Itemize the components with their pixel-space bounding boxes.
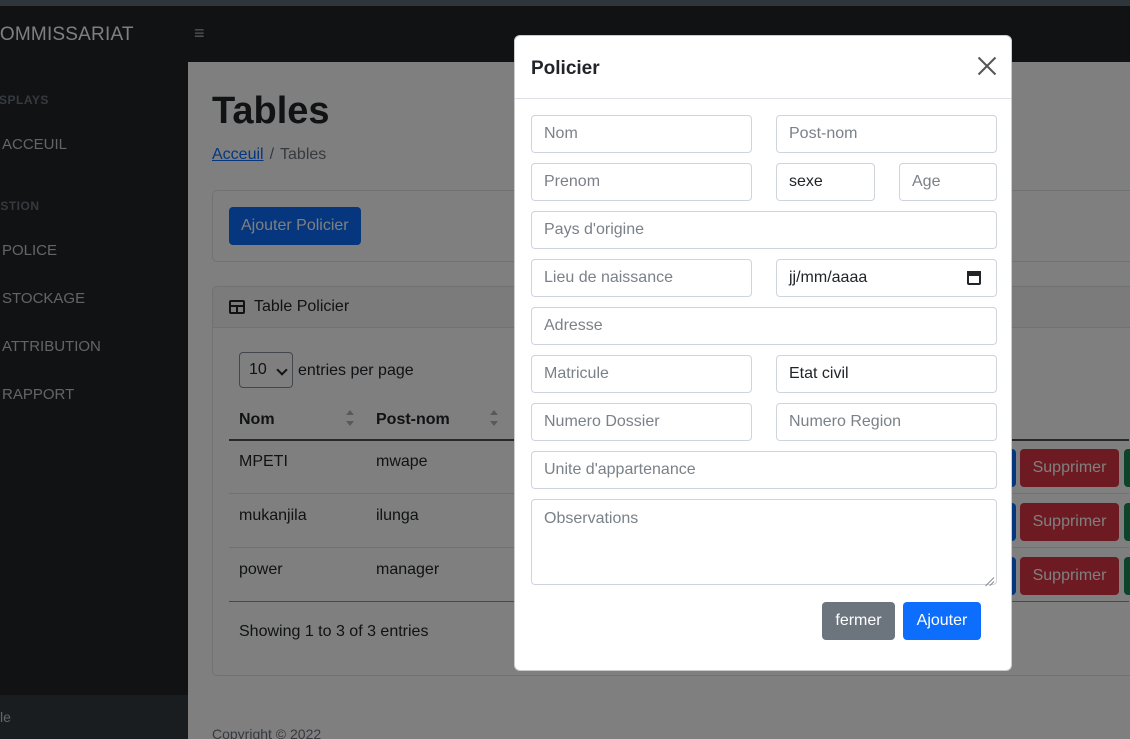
- prenom-placeholder: Prenom: [544, 173, 601, 190]
- sexe-input[interactable]: sexe: [776, 163, 875, 201]
- nom-placeholder: Nom: [544, 125, 578, 142]
- unite-appartenance-input[interactable]: Unite d'appartenance: [531, 451, 997, 489]
- close-icon[interactable]: [977, 56, 997, 76]
- adresse-input[interactable]: Adresse: [531, 307, 997, 345]
- resize-handle-icon[interactable]: [984, 572, 994, 582]
- calendar-icon[interactable]: [967, 271, 981, 285]
- date-naissance-value: jj/mm/aaaa: [789, 269, 868, 286]
- matricule-placeholder: Matricule: [544, 365, 609, 382]
- adresse-placeholder: Adresse: [544, 317, 603, 334]
- nom-input[interactable]: Nom: [531, 115, 752, 153]
- modal-header: Policier: [515, 36, 1011, 99]
- modal-title: Policier: [531, 58, 600, 79]
- close-button[interactable]: fermer: [822, 602, 895, 640]
- date-naissance-input[interactable]: jj/mm/aaaa: [776, 259, 997, 297]
- lieu-naissance-input[interactable]: Lieu de naissance: [531, 259, 752, 297]
- numero-dossier-placeholder: Numero Dossier: [544, 413, 660, 430]
- age-placeholder: Age: [912, 173, 941, 190]
- etat-civil-value: Etat civil: [789, 365, 849, 382]
- submit-button[interactable]: Ajouter: [903, 602, 981, 640]
- policier-modal: Policier Nom Post-nom Prenom sexe Age Pa…: [514, 35, 1012, 671]
- sexe-value: sexe: [789, 173, 823, 190]
- age-input[interactable]: Age: [899, 163, 997, 201]
- prenom-input[interactable]: Prenom: [531, 163, 752, 201]
- observations-placeholder: Observations: [544, 510, 639, 527]
- pays-origine-placeholder: Pays d'origine: [544, 221, 644, 238]
- post-nom-placeholder: Post-nom: [789, 125, 858, 142]
- etat-civil-input[interactable]: Etat civil: [776, 355, 997, 393]
- unite-appartenance-placeholder: Unite d'appartenance: [544, 461, 696, 478]
- observations-textarea[interactable]: Observations: [531, 499, 997, 585]
- lieu-naissance-placeholder: Lieu de naissance: [544, 269, 673, 286]
- pays-origine-input[interactable]: Pays d'origine: [531, 211, 997, 249]
- numero-region-placeholder: Numero Region: [789, 413, 902, 430]
- numero-dossier-input[interactable]: Numero Dossier: [531, 403, 752, 441]
- post-nom-input[interactable]: Post-nom: [776, 115, 997, 153]
- matricule-input[interactable]: Matricule: [531, 355, 752, 393]
- numero-region-input[interactable]: Numero Region: [776, 403, 997, 441]
